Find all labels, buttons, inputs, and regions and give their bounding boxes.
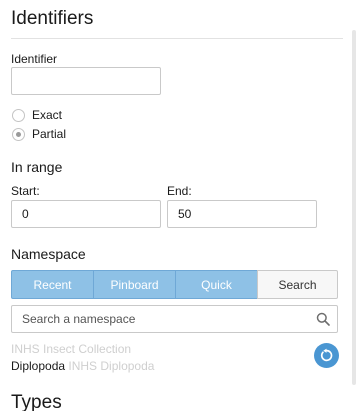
radio-exact[interactable]: Exact (12, 107, 62, 123)
reset-icon (320, 348, 333, 362)
recent-namespace-item[interactable]: Diplopoda INHS Diplopoda (11, 359, 154, 373)
tab-recent[interactable]: Recent (11, 270, 94, 299)
radio-partial-circle[interactable] (12, 127, 25, 141)
reset-button[interactable] (314, 343, 339, 368)
tab-search[interactable]: Search (257, 270, 338, 299)
identifier-label: Identifier (11, 52, 58, 66)
recent-namespace-short-name: Diplopoda (11, 359, 66, 373)
radio-partial-label: Partial (32, 127, 67, 141)
end-label: End: (167, 184, 192, 198)
filter-panel: Identifiers Identifier Exact Partial In … (0, 0, 350, 411)
start-input[interactable] (11, 200, 161, 228)
types-heading: Types (11, 392, 62, 411)
recent-namespace-full-name: INHS Insect Collection (11, 342, 132, 356)
namespace-search-box (11, 305, 338, 333)
start-label: Start: (11, 184, 40, 198)
identifiers-divider (11, 38, 343, 39)
search-icon[interactable] (316, 312, 330, 326)
recent-namespace-item[interactable]: INHS Insect Collection (11, 342, 131, 356)
radio-exact-label: Exact (32, 108, 63, 122)
namespace-heading: Namespace (11, 246, 86, 262)
end-input[interactable] (167, 200, 317, 228)
namespace-search-input[interactable] (12, 306, 312, 332)
in-range-heading: In range (11, 159, 63, 175)
namespace-tabs: Recent Pinboard Quick Search (11, 270, 338, 299)
radio-exact-circle[interactable] (12, 108, 25, 122)
identifier-input[interactable] (11, 67, 161, 95)
tab-quick[interactable]: Quick (175, 270, 258, 299)
panel-scrollbar[interactable] (352, 30, 356, 385)
recent-namespace-full-name: INHS Diplopoda (68, 359, 155, 373)
radio-partial[interactable]: Partial (12, 126, 66, 142)
tab-pinboard[interactable]: Pinboard (93, 270, 176, 299)
identifiers-heading: Identifiers (11, 8, 94, 29)
